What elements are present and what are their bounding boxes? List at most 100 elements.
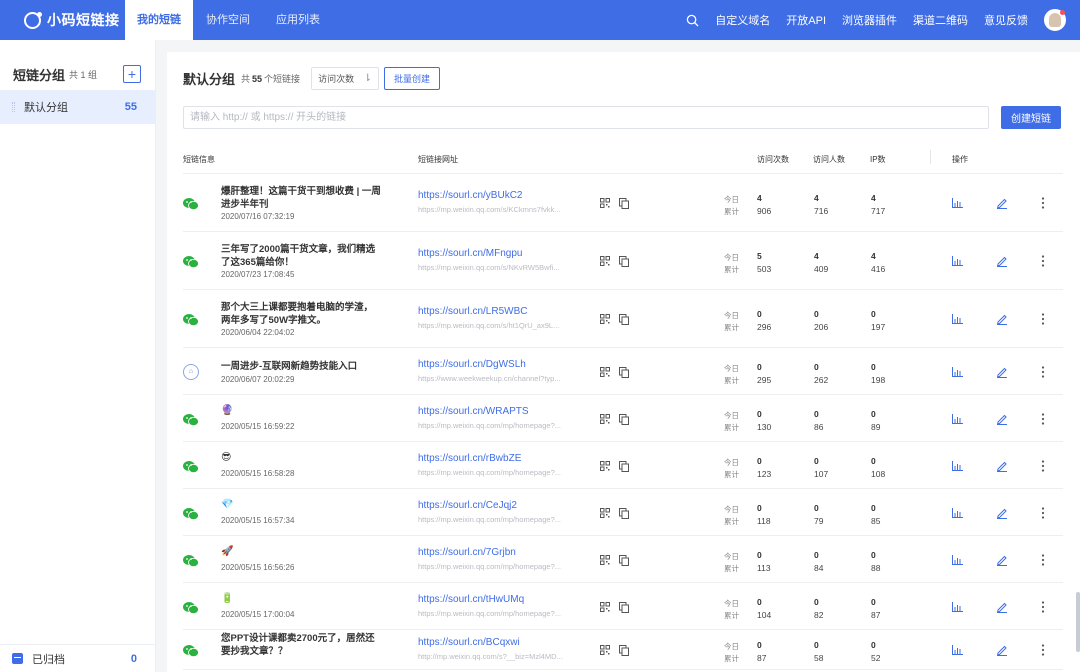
edit-icon[interactable]: [996, 313, 1008, 325]
visits-total: 104: [757, 609, 772, 620]
qrcode-icon[interactable]: [600, 198, 610, 208]
table-row[interactable]: 三年写了2000篇干货文章，我们精选了这365篇给你！ 2020/07/23 17…: [183, 232, 1063, 290]
copy-icon[interactable]: [619, 460, 629, 472]
qrcode-icon[interactable]: [600, 601, 610, 612]
more-icon[interactable]: [1041, 600, 1045, 613]
archive-count: 0: [130, 652, 137, 665]
short-url-link[interactable]: https://sourl.cn/MFngpu: [418, 248, 523, 259]
table-row[interactable]: 💎 2020/05/15 16:57:34 https://sourl.cn/CeJ…: [183, 489, 1063, 536]
table-row[interactable]: 🔮 2020/05/15 16:59:22 https://sourl.cn/WRA…: [183, 395, 1063, 442]
table-row[interactable]: 🚀 2020/05/15 16:56:26 https://sourl.cn/7Gr…: [183, 536, 1063, 583]
short-url-link[interactable]: https://sourl.cn/WRAPTS: [418, 406, 529, 417]
table-row[interactable]: 爆肝整理！这篇干货干到想收费 | 一周进步半年刊 2020/07/16 07:32…: [183, 174, 1063, 232]
browser-plugin-link[interactable]: 浏览器插件: [842, 12, 897, 28]
create-link-button[interactable]: 创建短链: [1001, 106, 1061, 129]
statistics-icon[interactable]: [952, 554, 963, 565]
copy-icon[interactable]: [619, 413, 629, 425]
table-row[interactable]: 😎 2020/05/15 16:58:28 https://sourl.cn/rBw…: [183, 442, 1063, 489]
feedback-link[interactable]: 意见反馈: [984, 12, 1028, 28]
edit-icon[interactable]: [996, 644, 1008, 656]
short-url-link[interactable]: https://sourl.cn/DgWSLh: [418, 359, 526, 370]
edit-icon[interactable]: [996, 197, 1008, 209]
nav-my-links[interactable]: 我的短链: [125, 0, 193, 40]
short-url-link[interactable]: https://sourl.cn/LR5WBC: [418, 306, 527, 317]
copy-icon[interactable]: [619, 314, 629, 325]
edit-icon[interactable]: [996, 554, 1008, 566]
qrcode-icon[interactable]: [600, 366, 610, 377]
copy-icon[interactable]: [619, 554, 629, 566]
more-icon[interactable]: [1041, 459, 1045, 472]
more-icon[interactable]: [1041, 365, 1045, 378]
nav-app-list[interactable]: 应用列表: [263, 0, 333, 40]
copy-icon[interactable]: [619, 366, 629, 378]
short-url-link[interactable]: https://sourl.cn/BCqxwi: [418, 637, 520, 648]
search-icon[interactable]: [686, 14, 699, 27]
more-icon[interactable]: [1041, 553, 1045, 566]
qrcode-icon[interactable]: [600, 460, 610, 471]
link-created-time: 2020/05/15 16:58:28: [221, 468, 295, 478]
batch-create-button[interactable]: 批量创建: [384, 67, 441, 90]
statistics-icon[interactable]: [952, 507, 963, 518]
table-row[interactable]: 您PPT设计课都卖2700元了，居然还要抄我文章？？ https://sourl.…: [183, 630, 1063, 670]
drag-handle-icon[interactable]: [12, 102, 15, 112]
copy-icon[interactable]: [619, 256, 629, 267]
url-input[interactable]: [183, 106, 989, 129]
total-label: 累计: [724, 265, 739, 274]
copy-icon[interactable]: [619, 198, 629, 209]
custom-domain-link[interactable]: 自定义域名: [715, 12, 770, 28]
more-icon[interactable]: [1041, 313, 1045, 325]
statistics-icon[interactable]: [952, 314, 963, 324]
short-url-link[interactable]: https://sourl.cn/tHwUMq: [418, 594, 524, 605]
wechat-icon: [183, 413, 199, 426]
statistics-icon[interactable]: [952, 366, 963, 377]
open-api-link[interactable]: 开放API: [786, 12, 826, 28]
sidebar-item-archived[interactable]: 已归档 0: [0, 644, 155, 672]
edit-icon[interactable]: [996, 460, 1008, 472]
copy-icon[interactable]: [619, 601, 629, 613]
link-title: 一周进步-互联网新趋势技能入口: [221, 360, 358, 372]
visits-total: 296: [757, 322, 772, 332]
visits-today: 0: [757, 408, 762, 419]
sort-select[interactable]: 访问次数 ⇂: [311, 67, 380, 90]
nav-collab-space[interactable]: 协作空间: [193, 0, 263, 40]
edit-icon[interactable]: [996, 366, 1008, 378]
statistics-icon[interactable]: [952, 645, 963, 655]
statistics-icon[interactable]: [952, 256, 963, 266]
short-url-link[interactable]: https://sourl.cn/CeJqj2: [418, 500, 517, 511]
edit-icon[interactable]: [996, 413, 1008, 425]
more-icon[interactable]: [1041, 197, 1045, 209]
qrcode-icon[interactable]: [600, 314, 610, 324]
edit-icon[interactable]: [996, 507, 1008, 519]
qrcode-icon[interactable]: [600, 507, 610, 518]
statistics-icon[interactable]: [952, 460, 963, 471]
short-url-link[interactable]: https://sourl.cn/rBwbZE: [418, 453, 521, 464]
visits-total: 113: [757, 562, 771, 573]
edit-icon[interactable]: [996, 601, 1008, 613]
qrcode-icon[interactable]: [600, 554, 610, 565]
add-group-button[interactable]: +: [123, 65, 141, 83]
statistics-icon[interactable]: [952, 413, 963, 424]
statistics-icon[interactable]: [952, 601, 963, 612]
statistics-icon[interactable]: [952, 198, 963, 208]
qrcode-icon[interactable]: [600, 256, 610, 266]
more-icon[interactable]: [1041, 412, 1045, 425]
short-url-link[interactable]: https://sourl.cn/7Grjbn: [418, 547, 516, 558]
logo[interactable]: 小码短链接: [24, 10, 125, 30]
edit-icon[interactable]: [996, 255, 1008, 267]
table-row[interactable]: ⌂ 一周进步-互联网新趋势技能入口 2020/06/07 20:02:29 https…: [183, 348, 1063, 395]
more-icon[interactable]: [1041, 506, 1045, 519]
ip-total: 88: [871, 562, 881, 573]
sort-label: 访问次数: [318, 74, 355, 84]
sidebar-item-default-group[interactable]: 默认分组 55: [0, 90, 155, 124]
scrollbar[interactable]: [1076, 592, 1080, 652]
copy-icon[interactable]: [619, 645, 629, 656]
more-icon[interactable]: [1041, 644, 1045, 656]
short-url-link[interactable]: https://sourl.cn/yBUkC2: [418, 190, 522, 201]
channel-qrcode-link[interactable]: 渠道二维码: [913, 12, 968, 28]
qrcode-icon[interactable]: [600, 645, 610, 655]
qrcode-icon[interactable]: [600, 413, 610, 424]
copy-icon[interactable]: [619, 507, 629, 519]
more-icon[interactable]: [1041, 255, 1045, 267]
table-row[interactable]: 那个大三上课都要抱着电脑的学渣，两年多写了50W字推文。 2020/06/04 2…: [183, 290, 1063, 348]
table-row[interactable]: 🔋 2020/05/15 17:00:04 https://sourl.cn/tHw…: [183, 583, 1063, 630]
